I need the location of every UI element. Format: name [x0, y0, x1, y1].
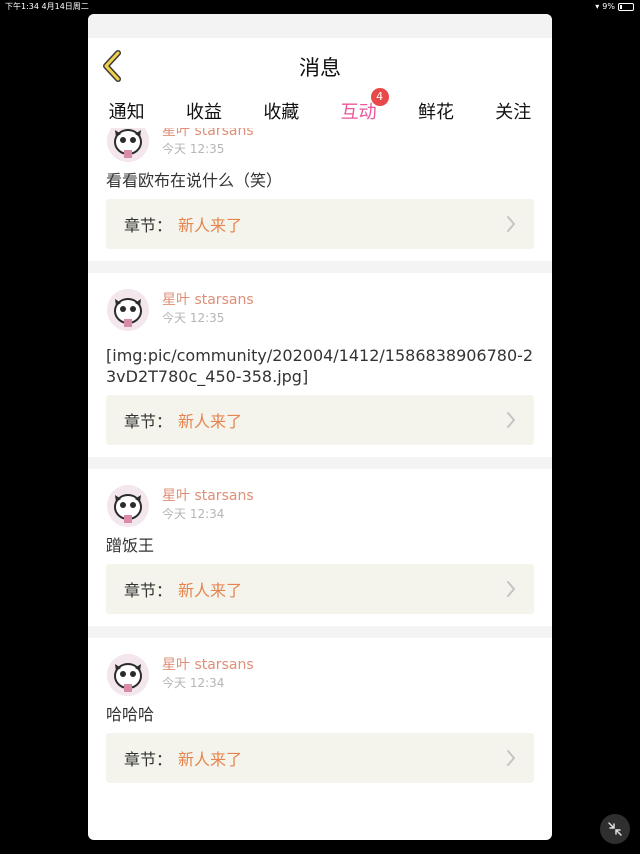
status-right: ▾ 9%	[595, 0, 634, 14]
divider	[88, 261, 552, 273]
tab-label: 收藏	[263, 102, 300, 123]
chapter-label: 章节：	[124, 750, 173, 769]
avatar[interactable]	[107, 128, 149, 162]
avatar[interactable]	[107, 485, 149, 527]
chapter-label: 章节：	[124, 216, 173, 235]
page-title: 消息	[299, 56, 341, 80]
chapter-link[interactable]: 章节： 新人来了	[106, 564, 534, 614]
author-name[interactable]: 星叶 starsans	[162, 485, 254, 505]
chevron-right-icon	[507, 581, 515, 597]
chapter-link[interactable]: 章节： 新人来了	[106, 395, 534, 445]
wifi-icon: ▾	[595, 2, 600, 11]
tab-label: 关注	[495, 102, 532, 123]
status-bar: 下午1:34 4月14日周二 ▾ 9%	[0, 0, 640, 14]
tab-interactions[interactable]: 互动 4	[340, 88, 389, 132]
message-text: [img:pic/community/202004/1412/158683890…	[106, 346, 534, 386]
message-card: 星叶 starsans 今天 12:34 蹭饭王 章节： 新人来了	[88, 469, 552, 614]
message-text: 哈哈哈	[106, 705, 155, 724]
chapter-title: 新人来了	[178, 216, 243, 235]
chapter-link[interactable]: 章节： 新人来了	[106, 733, 534, 783]
message-text: 看看欧布在说什么（笑）	[106, 171, 283, 190]
tab-label: 通知	[108, 102, 145, 123]
avatar[interactable]	[107, 654, 149, 696]
author-row: 星叶 starsans 今天 12:35	[106, 273, 534, 335]
message-time: 今天 12:34	[162, 507, 225, 521]
tab-label: 鲜花	[417, 102, 454, 123]
collapse-arrows-icon	[608, 822, 622, 836]
message-card: 星叶 starsans 今天 12:35 [img:pic/community/…	[88, 273, 552, 445]
message-list[interactable]: 星叶 starsans 今天 12:35 看看欧布在说什么（笑） 章节： 新人来…	[88, 128, 552, 840]
unread-badge: 4	[370, 88, 389, 106]
chapter-title: 新人来了	[178, 750, 243, 769]
tab-notifications[interactable]: 通知	[109, 94, 145, 124]
battery-icon	[618, 3, 634, 11]
message-time: 今天 12:34	[162, 676, 225, 690]
divider	[88, 457, 552, 469]
chapter-link[interactable]: 章节： 新人来了	[106, 199, 534, 249]
message-card: 星叶 starsans 今天 12:35 看看欧布在说什么（笑） 章节： 新人来…	[88, 128, 552, 249]
battery-percent: 9%	[602, 2, 615, 11]
chapter-label: 章节：	[124, 412, 173, 431]
status-date: 4月14日周二	[41, 2, 89, 11]
tab-flowers[interactable]: 鲜花	[418, 94, 454, 124]
chevron-right-icon	[507, 216, 515, 232]
header-bar: 消息	[88, 38, 552, 95]
shrink-window-button[interactable]	[600, 814, 630, 844]
chevron-right-icon	[507, 412, 515, 428]
author-row: 星叶 starsans 今天 12:34	[106, 469, 534, 531]
author-name[interactable]: 星叶 starsans	[162, 654, 254, 674]
status-time-date: 下午1:34 4月14日周二	[5, 0, 89, 14]
tab-label: 互动	[340, 102, 377, 123]
message-text: 蹭饭王	[106, 536, 155, 555]
message-card: 星叶 starsans 今天 12:34 哈哈哈 章节： 新人来了	[88, 638, 552, 783]
avatar-icon	[107, 128, 149, 162]
author-row: 星叶 starsans 今天 12:35	[106, 128, 534, 166]
author-name[interactable]: 星叶 starsans	[162, 289, 254, 309]
tab-label: 收益	[185, 102, 222, 123]
chapter-title: 新人来了	[178, 412, 243, 431]
message-time: 今天 12:35	[162, 142, 225, 156]
message-time: 今天 12:35	[162, 311, 225, 325]
message-panel: 消息 通知 收益 收藏 互动 4 鲜花 关注 星叶 starsans 今天 12…	[88, 14, 552, 840]
chapter-title: 新人来了	[178, 581, 243, 600]
avatar-icon	[107, 289, 149, 331]
avatar-icon	[107, 485, 149, 527]
author-row: 星叶 starsans 今天 12:34	[106, 638, 534, 700]
tab-earnings[interactable]: 收益	[186, 94, 222, 124]
tab-following[interactable]: 关注	[495, 94, 531, 124]
avatar[interactable]	[107, 289, 149, 331]
chapter-label: 章节：	[124, 581, 173, 600]
tab-favorites[interactable]: 收藏	[263, 94, 299, 124]
status-time: 下午1:34	[5, 2, 39, 11]
chevron-right-icon	[507, 750, 515, 766]
divider	[88, 626, 552, 638]
panel-top-strip	[88, 14, 552, 38]
avatar-icon	[107, 654, 149, 696]
author-name[interactable]: 星叶 starsans	[162, 128, 254, 140]
